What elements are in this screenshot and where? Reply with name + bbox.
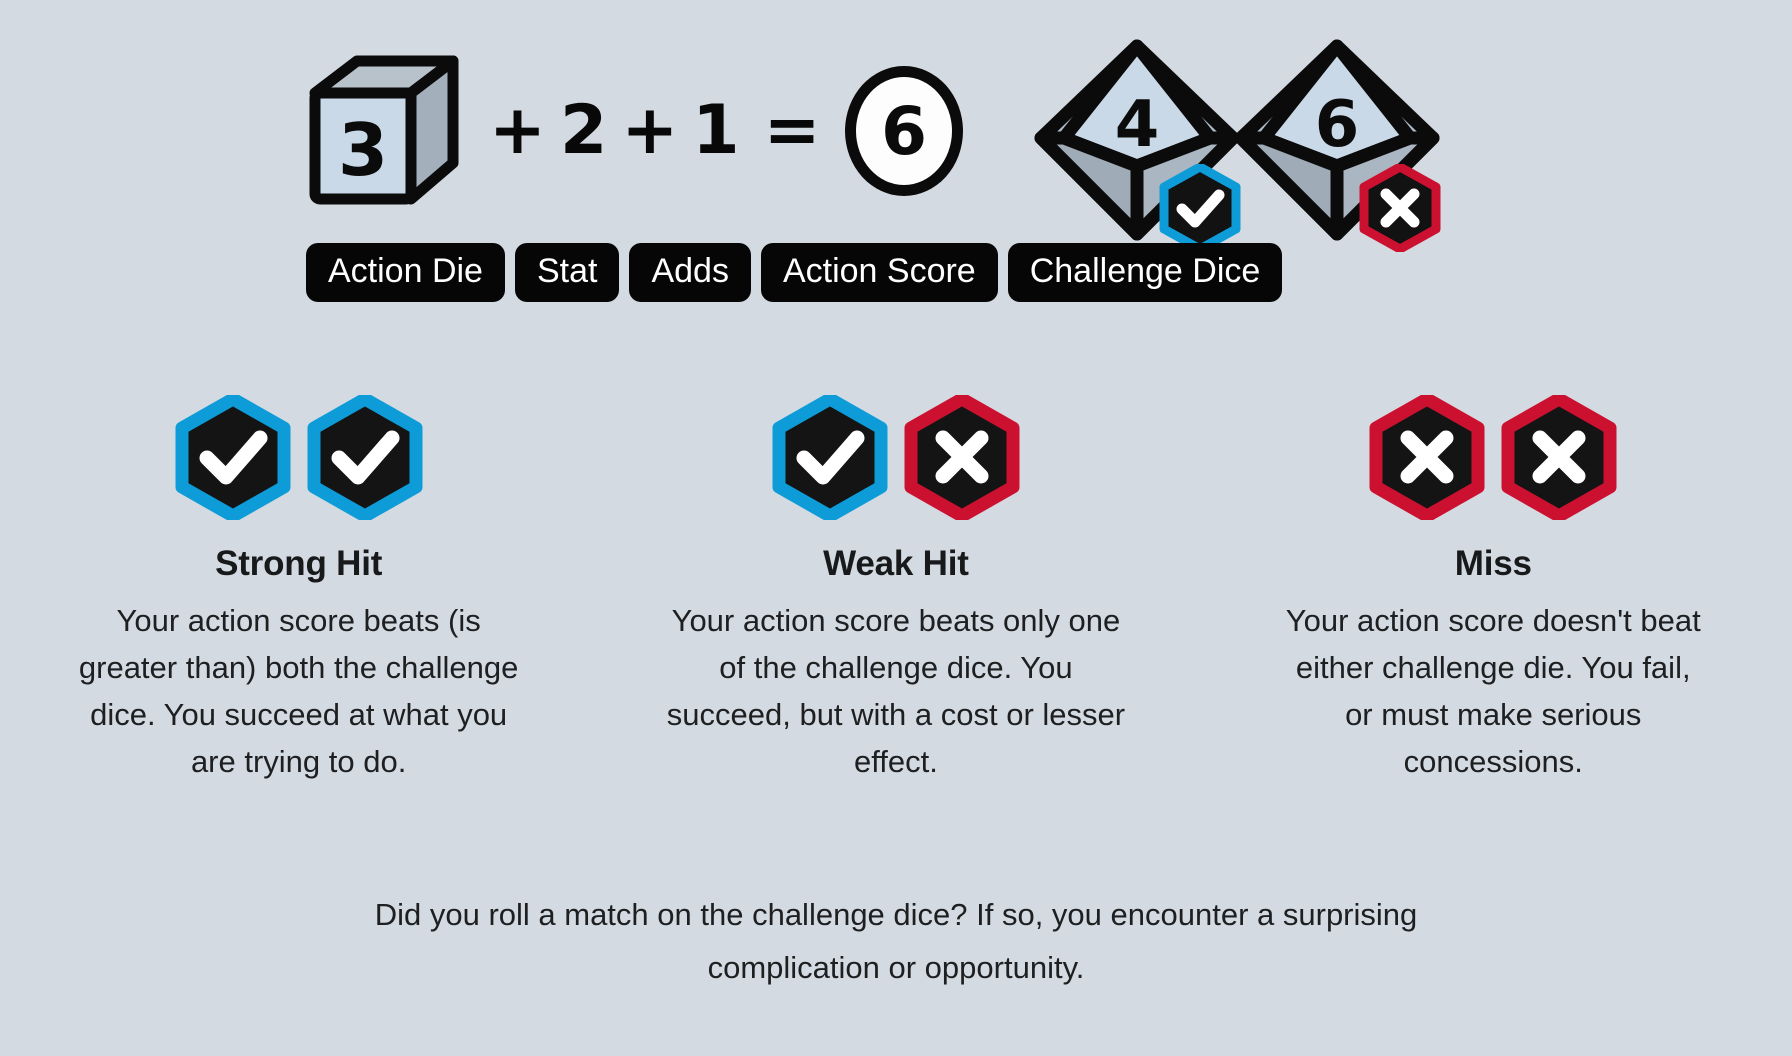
challenge-dice-group: 4 6 [1030,34,1470,254]
outcome-description: Your action score beats only one of the … [666,603,1126,780]
outcome-title: Miss [1454,544,1532,583]
adds-value: 1 [692,91,739,170]
outcome-miss: Miss Your action score doesn't beat eith… [1195,395,1792,785]
check-hex-icon [771,395,889,520]
outcome-strong-hit: Strong Hit Your action score beats (is g… [0,395,597,785]
label-stat: Stat [514,243,620,302]
outcomes-row: Strong Hit Your action score beats (is g… [0,395,1792,785]
action-score-circle-icon: 6 [844,66,963,196]
miss-markers [1368,395,1618,520]
formula-row: 3 + 2 + 1 = 6 [305,36,963,226]
challenge-die-1-check-icon [1158,162,1242,254]
footer-note: Did you roll a match on the challenge di… [374,897,1418,986]
cross-hex-icon [1368,395,1486,520]
label-challenge-dice: Challenge Dice [1007,243,1283,302]
outcome-description: Your action score beats (is greater than… [78,603,519,780]
challenge-die-2-cross-icon [1358,162,1442,254]
plus-sign-1: + [489,91,546,170]
equals-sign: = [763,91,821,170]
cross-hex-icon [903,395,1021,520]
label-action-die: Action Die [306,243,505,302]
weak-hit-markers [771,395,1021,520]
label-adds: Adds [629,243,751,302]
plus-sign-2: + [621,91,678,170]
label-action-score: Action Score [760,243,998,302]
challenge-die-2-value: 6 [1315,88,1360,162]
stat-value: 2 [559,91,607,170]
outcome-weak-hit: Weak Hit Your action score beats only on… [597,395,1194,785]
formula-label-row: Action Die Stat Adds Action Score Challe… [306,243,1283,302]
outcome-title: Weak Hit [823,544,969,583]
strong-hit-markers [174,395,424,520]
challenge-die-1-value: 4 [1115,88,1160,162]
formula-section: 3 + 2 + 1 = 6 4 6 Action Die Stat Adds A… [0,0,1792,340]
outcome-description: Your action score doesn't beat either ch… [1285,603,1701,780]
cross-hex-icon [1500,395,1618,520]
check-hex-icon [174,395,292,520]
action-score-value: 6 [881,92,927,170]
action-die-value: 3 [338,108,388,192]
outcome-title: Strong Hit [215,544,383,583]
action-die-cube-icon: 3 [305,51,463,211]
check-hex-icon [306,395,424,520]
